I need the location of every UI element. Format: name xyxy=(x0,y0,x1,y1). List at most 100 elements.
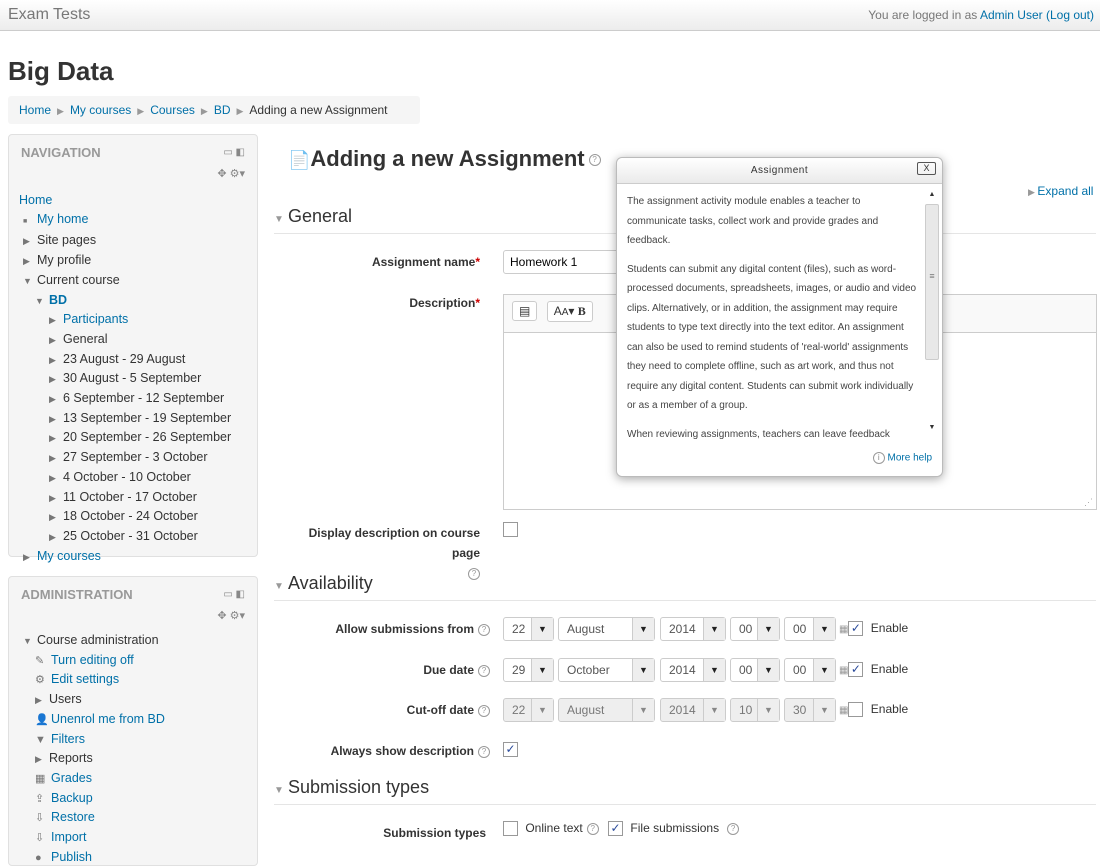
tree-item[interactable]: ▶ Participants xyxy=(19,310,231,330)
day-select[interactable]: 22 ▼ xyxy=(503,617,554,641)
tree-item[interactable]: ▶ 27 September - 3 October xyxy=(19,448,231,468)
minute-select[interactable]: 00 ▼ xyxy=(784,617,836,641)
hour-select[interactable]: 10 ▼ xyxy=(730,698,780,722)
date-row-label: Allow submissions from? xyxy=(280,622,490,636)
import-icon: ⇩ xyxy=(35,832,45,845)
availability-legend[interactable]: ▼ Availability xyxy=(274,573,373,594)
minute-select[interactable]: 00 ▼ xyxy=(784,658,836,682)
tree-item[interactable]: ▶ 30 August - 5 September xyxy=(19,369,231,389)
help-icon[interactable]: ? xyxy=(478,745,490,758)
tree-item[interactable]: ▼ Course administration xyxy=(19,631,165,651)
display-description-checkbox[interactable] xyxy=(503,522,518,537)
tree-item[interactable]: ▦ Grades xyxy=(19,769,165,789)
user-link[interactable]: Admin User xyxy=(980,8,1043,22)
backup-icon: ⇪ xyxy=(35,792,45,805)
tree-item[interactable]: ▶ Users xyxy=(19,690,165,710)
online-text-checkbox[interactable] xyxy=(503,821,518,837)
calendar-icon[interactable]: ▦ xyxy=(839,624,848,635)
tree-item[interactable]: ▶ Reports xyxy=(19,749,165,769)
toolbar-toggle-icon[interactable]: ▤ xyxy=(512,301,538,321)
more-help-link[interactable]: i More help xyxy=(617,446,942,476)
day-select[interactable]: 29 ▼ xyxy=(503,658,554,682)
more-help-label[interactable]: More help xyxy=(888,453,932,464)
breadcrumb-bd[interactable]: BD xyxy=(214,103,231,117)
month-select[interactable]: October ▼ xyxy=(558,658,655,682)
submission-types-legend[interactable]: ▼ Submission types xyxy=(274,777,429,798)
popup-close-button[interactable]: X xyxy=(917,162,936,175)
tree-item[interactable]: ▶ 23 August - 29 August xyxy=(19,350,231,370)
tree-item[interactable]: ▶ My courses xyxy=(19,547,231,567)
year-select[interactable]: 2014 ▼ xyxy=(660,617,726,641)
hour-select[interactable]: 00 ▼ xyxy=(730,617,780,641)
tree-item[interactable]: ⚙ Edit settings xyxy=(19,670,165,690)
month-select[interactable]: August ▼ xyxy=(558,698,655,722)
tree-item[interactable]: Home xyxy=(19,191,231,210)
day-select[interactable]: 22 ▼ xyxy=(503,698,554,722)
help-icon[interactable]: ? xyxy=(478,623,490,636)
logout-link[interactable]: (Log out) xyxy=(1046,8,1094,22)
help-icon[interactable]: ? xyxy=(727,822,740,835)
tree-item[interactable]: ⇪ Backup xyxy=(19,789,165,809)
help-icon[interactable]: ? xyxy=(478,664,490,677)
file-submissions-checkbox[interactable]: ✓ xyxy=(608,821,624,837)
tree-item[interactable]: 👤 Unenrol me from BD xyxy=(19,710,165,730)
tree-item[interactable]: ▶ 11 October - 17 October xyxy=(19,488,231,508)
tree-item[interactable]: ▶ My profile xyxy=(19,251,231,271)
help-icon[interactable]: ? xyxy=(478,704,490,717)
tree-item-label: Course administration xyxy=(37,633,159,647)
enable-checkbox[interactable]: ✓ xyxy=(848,662,864,678)
help-icon[interactable]: ? xyxy=(468,567,480,580)
tree-item[interactable]: ▶ 13 September - 19 September xyxy=(19,409,231,429)
tree-item[interactable]: ▶ 20 September - 26 September xyxy=(19,428,231,448)
tree-item[interactable]: ⇩ Restore xyxy=(19,808,165,828)
help-icon[interactable]: ? xyxy=(588,154,601,167)
expand-all-link[interactable]: ▶ Expand all xyxy=(1028,184,1093,198)
tree-item[interactable]: ▶ 4 October - 10 October xyxy=(19,468,231,488)
tree-item[interactable]: ▶ 18 October - 24 October xyxy=(19,507,231,527)
collapsed-icon: ▶ xyxy=(49,315,56,326)
block-dock-controls[interactable]: ▭ ◧ xyxy=(223,589,245,600)
tree-item-label: Current course xyxy=(37,272,120,287)
day-value: 29 xyxy=(512,663,526,677)
breadcrumb-courses[interactable]: Courses xyxy=(150,103,195,117)
block-dock-controls[interactable]: ▭ ◧ xyxy=(223,147,245,158)
tree-item[interactable]: ▶ Site pages xyxy=(19,231,231,251)
always-show-checkbox[interactable]: ✓ xyxy=(503,742,518,757)
hour-select[interactable]: 00 ▼ xyxy=(730,658,780,682)
pencil-icon: ✎ xyxy=(35,654,45,667)
site-name-link[interactable]: Exam Tests xyxy=(8,6,90,24)
tree-item-label: 30 August - 5 September xyxy=(63,371,202,386)
tree-item[interactable]: ▶ General xyxy=(19,330,231,350)
enable-checkbox[interactable] xyxy=(848,702,864,718)
calendar-icon[interactable]: ▦ xyxy=(839,665,848,676)
collapsed-icon: ▶ xyxy=(49,354,56,365)
tree-item[interactable]: ⇩ Import xyxy=(19,828,165,848)
tree-item[interactable]: ▼ BD xyxy=(19,291,231,311)
breadcrumb-my-courses[interactable]: My courses xyxy=(70,103,131,117)
tree-item[interactable]: ■ My home xyxy=(19,210,231,232)
year-select[interactable]: 2014 ▼ xyxy=(660,658,726,682)
hour-value: 10 xyxy=(739,703,753,717)
minute-select[interactable]: 30 ▼ xyxy=(784,698,836,722)
popup-scrollbar[interactable]: ▲ ≡ ▼ xyxy=(925,186,939,444)
tree-item[interactable]: ▼ Filters xyxy=(19,730,165,750)
month-select[interactable]: August ▼ xyxy=(558,617,655,641)
help-icon[interactable]: ? xyxy=(586,822,599,835)
resize-handle-icon[interactable]: ⋰ xyxy=(1084,497,1093,508)
tree-item-label: Site pages xyxy=(37,233,97,248)
tree-item[interactable]: ✎ Turn editing off xyxy=(19,651,165,671)
breadcrumb-home[interactable]: Home xyxy=(19,103,51,117)
assignment-name-input[interactable] xyxy=(503,250,623,274)
divider xyxy=(274,804,1096,805)
block-move-gear-icon[interactable]: ✥ ⚙▾ xyxy=(217,609,245,622)
calendar-icon[interactable]: ▦ xyxy=(839,705,848,716)
general-legend[interactable]: ▼ General xyxy=(274,206,352,227)
year-select[interactable]: 2014 ▼ xyxy=(660,698,726,722)
tree-item[interactable]: ▶ 25 October - 31 October xyxy=(19,527,231,547)
tree-item[interactable]: ▶ 6 September - 12 September xyxy=(19,389,231,409)
block-move-gear-icon[interactable]: ✥ ⚙▾ xyxy=(217,167,245,180)
tree-item[interactable]: ▼ Current course xyxy=(19,271,231,291)
enable-checkbox[interactable]: ✓ xyxy=(848,621,864,637)
font-style-icon[interactable]: AA▾ B xyxy=(546,301,593,322)
collapsed-icon: ▶ xyxy=(49,531,56,542)
